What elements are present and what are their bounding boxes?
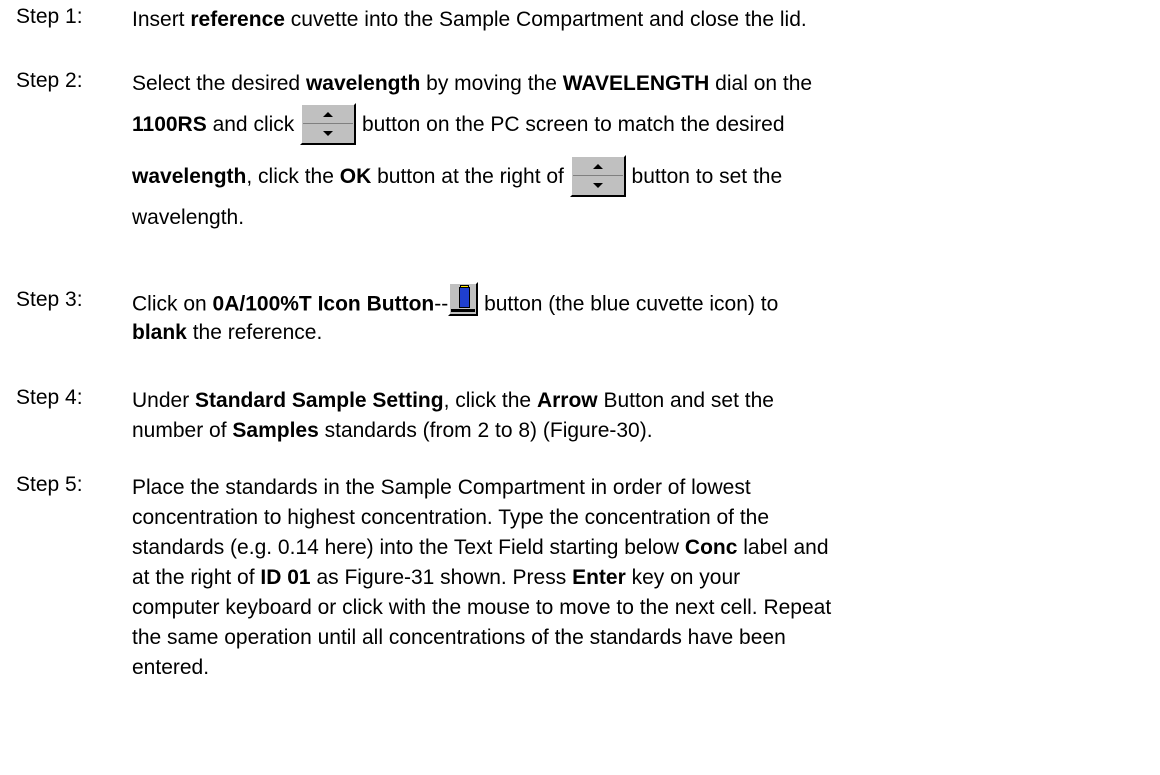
text-run: Under	[132, 389, 196, 412]
bold-term: reference	[190, 8, 285, 31]
text-line: Click on 0A/100%T Icon Button-- button (…	[132, 282, 1146, 318]
text-line: Select the desired wavelength by moving …	[132, 69, 1146, 99]
text-line: the same operation until all concentrati…	[132, 623, 1146, 653]
text-run: key on your	[625, 566, 741, 589]
text-run: Place the standards in the Sample Compar…	[132, 476, 751, 499]
text-run: --	[434, 292, 449, 316]
blue-cuvette-icon	[448, 282, 479, 316]
text-line: concentration to highest concentration. …	[132, 503, 1146, 533]
step-label: Step 2:	[16, 69, 83, 92]
text-run: Select the desired	[132, 72, 306, 95]
text-line: at the right of ID 01 as Figure-31 shown…	[132, 563, 1146, 593]
text-line: wavelength.	[132, 203, 1146, 233]
text-run: button at the right of	[371, 165, 570, 188]
text-run: , click the	[246, 165, 340, 188]
text-run: entered.	[132, 656, 210, 679]
text-line: wavelength, click the OK button at the r…	[132, 151, 1146, 203]
step-label: Step 4:	[16, 386, 83, 409]
text-run: Click on	[132, 292, 213, 316]
bold-term: wavelength	[305, 72, 421, 95]
step-text: Place the standards in the Sample Compar…	[132, 473, 1146, 683]
text-run: Button and set the	[597, 389, 774, 412]
bold-term: ID 01	[260, 566, 311, 589]
text-run: button (the blue cuvette icon) to	[478, 292, 779, 316]
step-label: Step 5:	[16, 473, 83, 496]
bold-term: Arrow	[536, 389, 598, 412]
step-label: Step 1:	[16, 5, 83, 28]
bold-term: wavelength	[132, 165, 247, 188]
text-run: Insert	[132, 8, 191, 31]
text-run: button on the PC screen to match the des…	[356, 113, 785, 136]
step-1: Step 1: Insert reference cuvette into th…	[16, 5, 1146, 35]
text-run: standards (e.g. 0.14 here) into the Text…	[132, 536, 685, 559]
bold-term: 0A/100%T Icon Button	[212, 292, 435, 316]
text-line: number of Samples standards (from 2 to 8…	[132, 416, 1146, 446]
text-run: dial on the	[709, 72, 813, 95]
step-text: Under Standard Sample Setting, click the…	[132, 386, 1146, 446]
text-run: cuvette into the Sample Compartment and …	[284, 8, 807, 31]
bold-term: 1100RS	[132, 113, 207, 136]
text-run: the same operation until all concentrati…	[132, 626, 786, 649]
text-run: , click the	[443, 389, 537, 412]
bold-term: Conc	[684, 536, 738, 559]
text-run: and click	[206, 113, 301, 136]
text-line: 1100RS and click button on the PC screen…	[132, 99, 1146, 151]
text-line: entered.	[132, 653, 1146, 683]
text-line: Under Standard Sample Setting, click the…	[132, 386, 1146, 416]
text-run: the reference.	[186, 321, 323, 344]
text-run: concentration to highest concentration. …	[132, 506, 770, 529]
text-run: at the right of	[132, 566, 261, 589]
spin-button-icon	[569, 155, 626, 198]
step-5: Step 5: Place the standards in the Sampl…	[16, 473, 1146, 683]
step-label: Step 3:	[16, 288, 83, 311]
text-run: as Figure-31 shown. Press	[310, 566, 573, 589]
text-line: blank the reference.	[132, 318, 1146, 348]
text-line: Insert reference cuvette into the Sample…	[132, 5, 1146, 35]
bold-term: Standard Sample Setting	[195, 389, 444, 412]
bold-term: WAVELENGTH	[562, 72, 710, 95]
text-line: computer keyboard or click with the mous…	[132, 593, 1146, 623]
bold-term: Enter	[572, 566, 626, 589]
step-text: Click on 0A/100%T Icon Button-- button (…	[132, 282, 1146, 348]
text-line: Place the standards in the Sample Compar…	[132, 473, 1146, 503]
text-run: by moving the	[420, 72, 563, 95]
text-line: standards (e.g. 0.14 here) into the Text…	[132, 533, 1146, 563]
text-run: button to set the	[625, 165, 783, 188]
bold-term: Samples	[232, 419, 319, 442]
bold-term: blank	[132, 321, 187, 344]
text-run: label and	[737, 536, 829, 559]
bold-term: OK	[339, 165, 372, 188]
text-run: number of	[132, 419, 233, 442]
text-run: wavelength.	[132, 206, 245, 229]
step-text: Insert reference cuvette into the Sample…	[132, 5, 1146, 35]
text-run: computer keyboard or click with the mous…	[132, 596, 832, 619]
step-2: Step 2: Select the desired wavelength by…	[16, 69, 1146, 233]
step-3: Step 3: Click on 0A/100%T Icon Button-- …	[16, 282, 1146, 348]
spin-button-icon	[300, 103, 357, 146]
text-run: standards (from 2 to 8) (Figure-30).	[318, 419, 653, 442]
step-text: Select the desired wavelength by moving …	[132, 69, 1146, 233]
step-4: Step 4: Under Standard Sample Setting, c…	[16, 386, 1146, 446]
